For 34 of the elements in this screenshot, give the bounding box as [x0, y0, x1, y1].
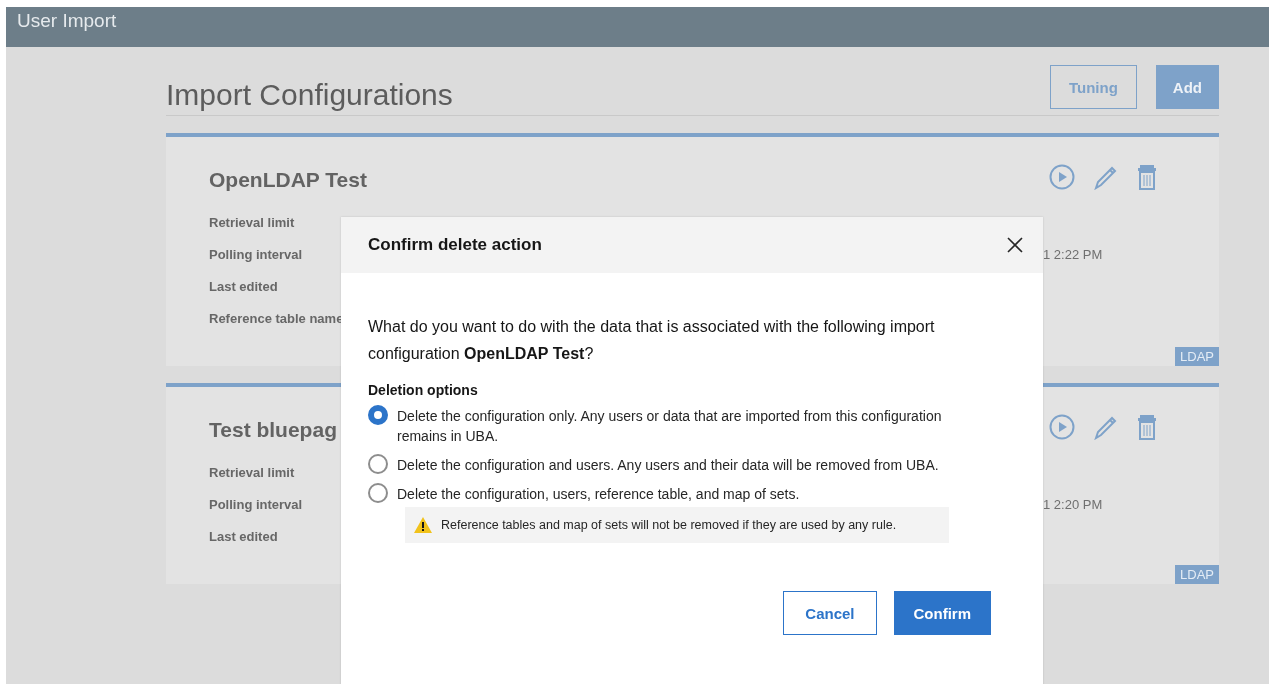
- play-icon[interactable]: [1049, 414, 1075, 440]
- page-title: Import Configurations: [166, 77, 454, 113]
- options-label: Deletion options: [368, 382, 479, 398]
- confirm-button[interactable]: Confirm: [893, 591, 991, 635]
- field-value: 1 2:20 PM: [1043, 497, 1103, 512]
- configuration-title: Test bluepag: [209, 417, 337, 443]
- type-tag: LDAP: [1175, 565, 1219, 584]
- field-label: Last edited: [209, 529, 278, 544]
- dialog-title: Confirm delete action: [368, 235, 542, 255]
- edit-icon[interactable]: [1093, 164, 1119, 190]
- configuration-title: OpenLDAP Test: [209, 167, 367, 193]
- field-label: Polling interval: [209, 497, 303, 512]
- option-label: Delete the configuration only. Any users or data that are imported from this configuration remains in UBA.: [397, 407, 943, 446]
- warning-notice: Reference tables and map of sets will not be removed if they are used by any rule.: [405, 507, 949, 543]
- warning-icon: [414, 517, 432, 533]
- option-label: Delete the configuration, users, reference table, and map of sets.: [397, 485, 801, 504]
- app-title: User Import: [17, 10, 117, 32]
- radio-button[interactable]: [368, 483, 388, 503]
- cancel-button[interactable]: Cancel: [783, 591, 877, 635]
- field-label: Last edited: [209, 279, 278, 294]
- delete-icon[interactable]: [1137, 414, 1157, 440]
- field-value: 1 2:22 PM: [1043, 247, 1103, 262]
- type-tag: LDAP: [1175, 347, 1219, 366]
- field-label: Retrieval limit: [209, 215, 295, 230]
- edit-icon[interactable]: [1093, 414, 1119, 440]
- close-icon[interactable]: [1007, 237, 1023, 253]
- delete-icon[interactable]: [1137, 164, 1157, 190]
- radio-button[interactable]: [368, 405, 388, 425]
- radio-button[interactable]: [368, 454, 388, 474]
- field-label: Polling interval: [209, 247, 303, 262]
- field-label: Retrieval limit: [209, 465, 295, 480]
- dialog-message: What do you want to do with the data that is associated with the following import configuration OpenLDAP Test?: [368, 317, 936, 364]
- option-label: Delete the configuration and users. Any users and their data will be removed from UBA.: [397, 456, 940, 475]
- play-icon[interactable]: [1049, 164, 1075, 190]
